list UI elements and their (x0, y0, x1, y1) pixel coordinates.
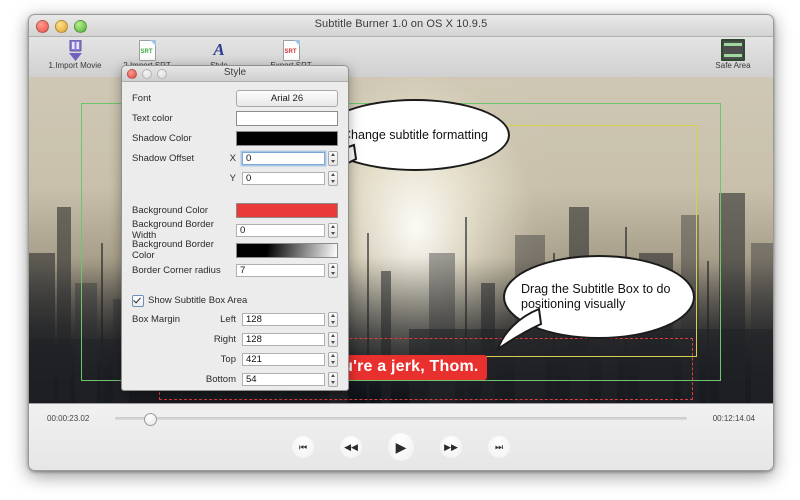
skip-start-button[interactable]: ⏮ (292, 436, 314, 458)
box-margin-bottom-label: Bottom (205, 373, 236, 385)
style-dialog-body: Font Arial 26 Text color Shadow Color Sh… (122, 82, 348, 390)
background-color-label: Background Color (132, 204, 209, 216)
srt-green-icon: SRT (111, 39, 183, 61)
dialog-spacer-2 (132, 280, 338, 292)
shadow-offset-y-row: Y 0 (132, 168, 338, 188)
window-titlebar: Subtitle Burner 1.0 on OS X 10.9.5 (29, 15, 773, 37)
player-controls: 00:00:23.02 00:12:14.04 ⏮ ◀◀ ▶ ▶▶ ⏭ (29, 403, 773, 470)
dialog-spacer-1 (132, 188, 338, 200)
rewind-button[interactable]: ◀◀ (340, 436, 362, 458)
box-margin-top-stepper[interactable] (328, 351, 338, 367)
toolbar-item-import-movie[interactable]: 1.Import Movie (39, 39, 111, 70)
border-corner-radius-input[interactable]: 7 (236, 263, 325, 277)
play-button[interactable]: ▶ (388, 433, 414, 461)
background-border-color-swatch[interactable] (236, 242, 338, 258)
toolbar-item-safe-area[interactable]: Safe Area (697, 39, 769, 70)
current-time: 00:00:23.02 (47, 414, 90, 423)
font-a-icon: A (213, 40, 225, 59)
shadow-color-row: Shadow Color (132, 128, 338, 148)
background-border-color-label: Background Border Color (132, 239, 214, 261)
show-subtitle-box-label: Show Subtitle Box Area (148, 295, 248, 306)
scrubber-row: 00:00:23.02 00:12:14.04 (29, 413, 773, 426)
safe-area-icon (697, 39, 769, 61)
transport-buttons: ⏮ ◀◀ ▶ ▶▶ ⏭ (29, 433, 773, 461)
total-time: 00:12:14.04 (712, 414, 755, 423)
background-border-width-input[interactable]: 0 (236, 223, 325, 237)
font-row: Font Arial 26 (132, 88, 338, 108)
font-button[interactable]: Arial 26 (236, 89, 338, 107)
shadow-offset-y-input[interactable]: 0 (242, 171, 325, 185)
box-margin-left-input[interactable]: 128 (242, 312, 325, 326)
shadow-offset-x-row: Shadow Offset X 0 (132, 148, 338, 168)
box-margin-bottom-row: Bottom 54 (132, 369, 338, 389)
skip-end-button[interactable]: ⏭ (488, 436, 510, 458)
style-dialog-titlebar: Style (122, 66, 348, 82)
text-color-row: Text color (132, 108, 338, 128)
background-border-width-label: Background Border Width (132, 219, 214, 241)
import-movie-icon (39, 39, 111, 61)
box-margin-top-label: Top (220, 353, 236, 365)
box-margin-left-label: Left (220, 313, 236, 325)
main-window: Subtitle Burner 1.0 on OS X 10.9.5 1.Imp… (28, 14, 774, 471)
show-subtitle-box-row[interactable]: Show Subtitle Box Area (132, 292, 338, 309)
box-margin-top-input[interactable]: 421 (242, 352, 325, 366)
text-color-label: Text color (132, 112, 173, 124)
background-border-color-row: Background Border Color (132, 239, 338, 261)
box-margin-bottom-stepper[interactable] (328, 371, 338, 387)
shadow-offset-x-input[interactable]: 0 (242, 151, 325, 165)
shadow-color-label: Shadow Color (132, 132, 192, 144)
box-margin-left-row: Box Margin Left 128 (132, 309, 338, 329)
fast-forward-button[interactable]: ▶▶ (440, 436, 462, 458)
formatting-callout-text: Change subtitle formatting (342, 127, 488, 142)
window-title: Subtitle Burner 1.0 on OS X 10.9.5 (314, 18, 488, 30)
scrubber-track[interactable] (115, 413, 687, 426)
screenshot-root: Subtitle Burner 1.0 on OS X 10.9.5 1.Imp… (0, 0, 800, 500)
style-dialog[interactable]: Style Font Arial 26 Text color Shadow Co… (121, 65, 349, 391)
shadow-color-swatch[interactable] (236, 130, 338, 146)
style-dialog-title: Style (223, 67, 247, 78)
border-corner-radius-stepper[interactable] (328, 262, 338, 278)
background-border-width-stepper[interactable] (328, 222, 338, 238)
box-margin-right-stepper[interactable] (328, 331, 338, 347)
background-border-width-row: Background Border Width 0 (132, 219, 338, 241)
box-margin-bottom-input[interactable]: 54 (242, 372, 325, 386)
box-margin-top-row: Top 421 (132, 349, 338, 369)
background-color-row: Background Color (132, 200, 338, 220)
toolbar-label-safe-area: Safe Area (715, 61, 751, 70)
box-margin-label: Box Margin (132, 313, 181, 325)
box-margin-right-label: Right (213, 333, 236, 345)
show-subtitle-box-checkbox[interactable] (132, 294, 144, 307)
border-corner-radius-label: Border Corner radius (132, 264, 221, 276)
shadow-offset-x-stepper[interactable] (328, 150, 338, 166)
box-margin-right-input[interactable]: 128 (242, 332, 325, 346)
shadow-offset-y-label: Y (229, 172, 236, 184)
scrubber-knob[interactable] (143, 413, 157, 426)
srt-red-icon: SRT (255, 39, 327, 61)
dialog-spacer-3 (132, 389, 338, 390)
text-color-swatch[interactable] (236, 110, 338, 126)
shadow-offset-y-stepper[interactable] (328, 170, 338, 186)
font-label: Font (132, 92, 152, 104)
drag-box-callout: Drag the Subtitle Box to do positioning … (496, 255, 695, 351)
background-color-swatch[interactable] (236, 202, 338, 218)
shadow-offset-x-label: X (229, 152, 236, 164)
toolbar-label-import-movie: 1.Import Movie (48, 61, 102, 70)
box-margin-right-row: Right 128 (132, 329, 338, 349)
shadow-offset-label: Shadow Offset (132, 152, 195, 164)
border-corner-radius-row: Border Corner radius 7 (132, 260, 338, 280)
box-margin-left-stepper[interactable] (328, 311, 338, 327)
